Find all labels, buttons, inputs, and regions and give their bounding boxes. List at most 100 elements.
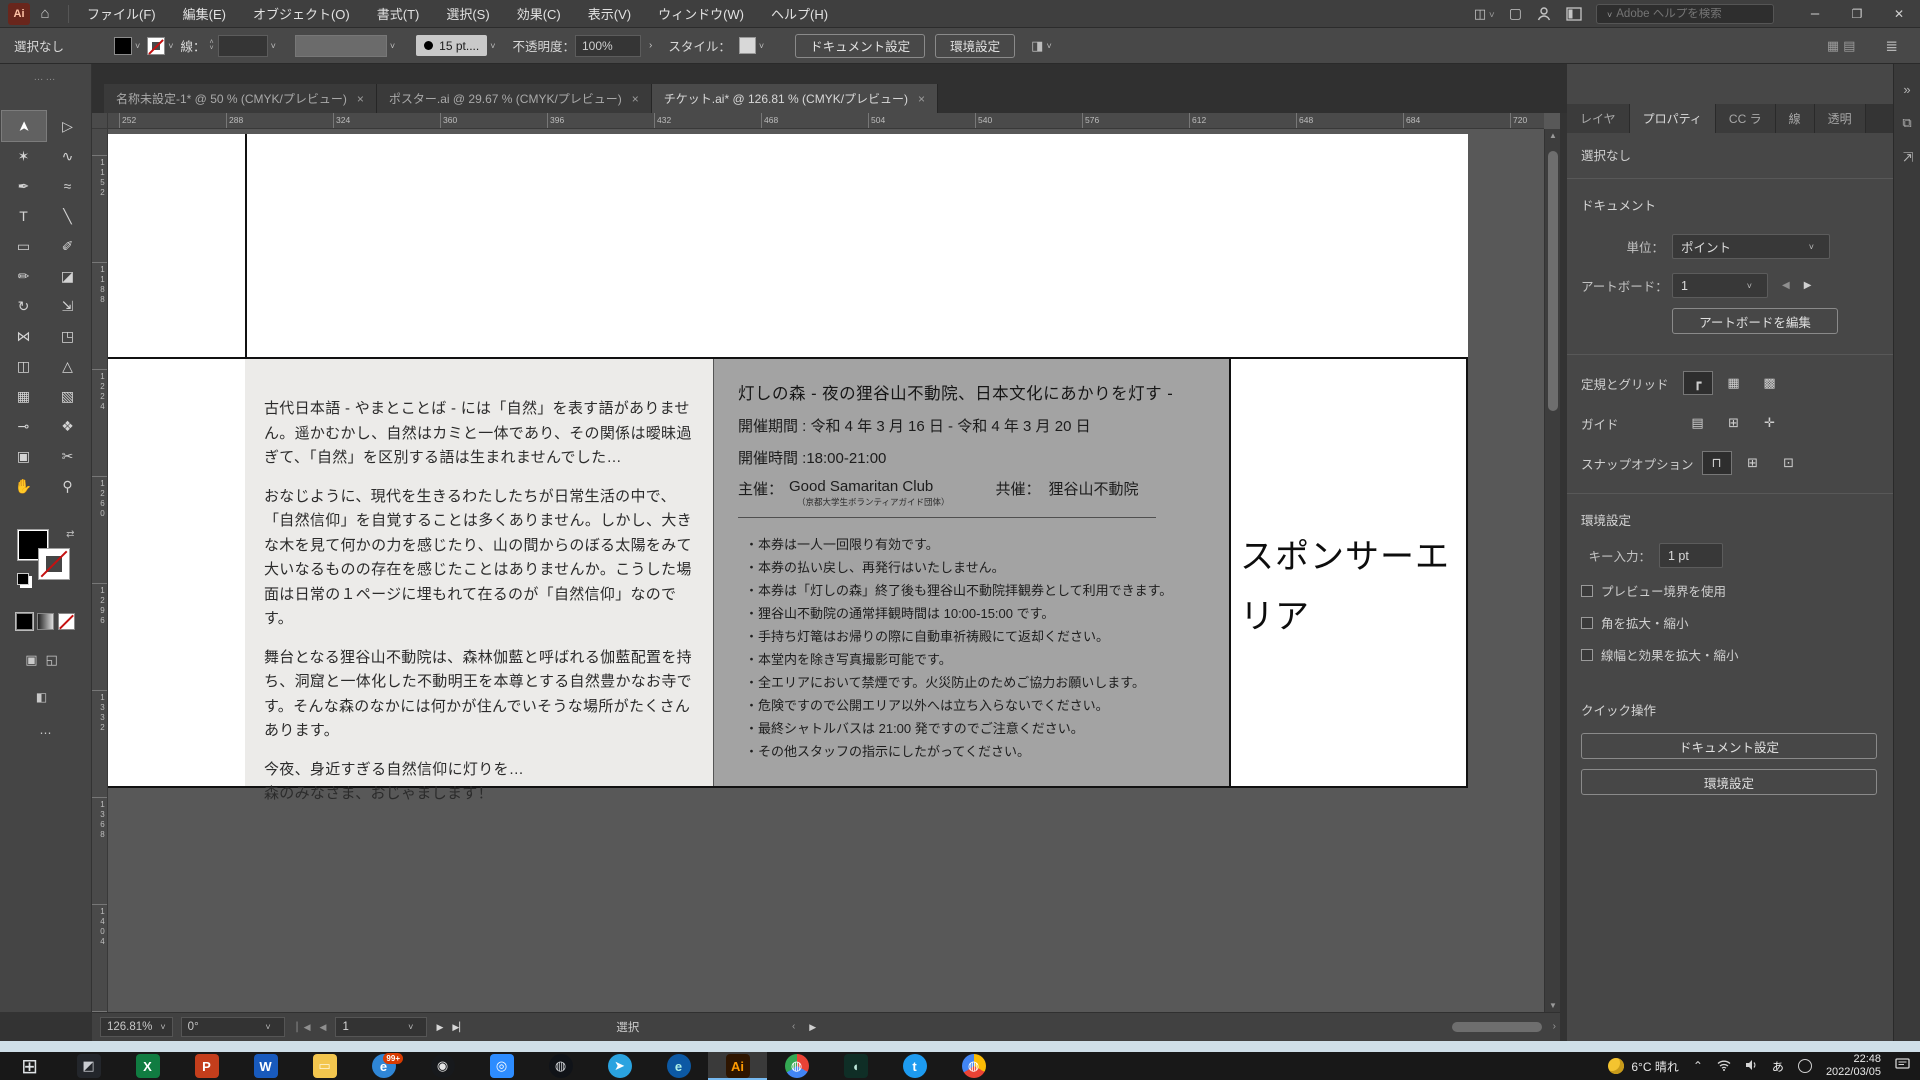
taskbar-app-chrome[interactable]: ◍	[767, 1052, 826, 1080]
workspace-grid-icons[interactable]: ▦▤	[1827, 38, 1860, 54]
tool-pen[interactable]: ✒	[2, 171, 46, 201]
tab-close-icon[interactable]	[357, 92, 364, 106]
panel-drag-handle[interactable]	[0, 72, 91, 83]
graphic-style-swatch[interactable]	[739, 37, 756, 54]
ime-mode-icon[interactable]	[1798, 1059, 1812, 1073]
tool-free-transform[interactable]: ◳	[46, 321, 90, 351]
artboard[interactable]: 古代日本語 - やまとことば - には「自然」を表す語がありません。遥かむかし、…	[108, 134, 1468, 788]
hidden-icons-chevron[interactable]: ⌃	[1693, 1059, 1703, 1073]
restore-button[interactable]	[1836, 0, 1878, 27]
snap-to-pixel-icon[interactable]: ⊡	[1774, 451, 1804, 475]
taskbar-app-twitter[interactable]: t	[885, 1052, 944, 1080]
ime-language-indicator[interactable]: あ	[1772, 1058, 1784, 1075]
menu-item[interactable]: ウィンドウ(W)	[658, 4, 744, 23]
tool-eyedropper[interactable]: ⊸	[2, 411, 46, 441]
quick-document-setup-button[interactable]: ドキュメント設定	[1581, 733, 1877, 759]
tool-gradient[interactable]: ▧	[46, 381, 90, 411]
tool-pencil[interactable]: ✏	[2, 261, 46, 291]
chevron-down-icon[interactable]	[759, 41, 764, 51]
show-guides-icon[interactable]: ▤	[1683, 411, 1713, 435]
tool-type[interactable]: T	[2, 201, 46, 231]
panel-tab[interactable]: CC ラ	[1716, 104, 1776, 133]
taskbar-app-edge[interactable]: e	[649, 1052, 708, 1080]
taskbar-app-word[interactable]: W	[236, 1052, 295, 1080]
panel-tab[interactable]: 線	[1776, 104, 1815, 133]
panel-layout-icon[interactable]	[1566, 7, 1582, 21]
tab-close-icon[interactable]	[632, 92, 639, 106]
taskbar-app-start[interactable]: ⊞	[0, 1052, 59, 1080]
none-mode-button[interactable]	[58, 613, 75, 630]
taskbar-app-powerpoint[interactable]: P	[177, 1052, 236, 1080]
tool-magic-wand[interactable]: ✶	[2, 141, 46, 171]
brush-definition-dropdown[interactable]	[295, 35, 387, 57]
gradient-mode-button[interactable]	[37, 613, 54, 630]
tool-direct-selection[interactable]: ▷	[46, 111, 90, 141]
chevron-down-icon[interactable]	[490, 41, 495, 51]
chevron-down-icon[interactable]	[390, 41, 395, 51]
tool-eraser[interactable]: ◪	[46, 261, 90, 291]
swap-fill-stroke-icon[interactable]	[66, 529, 74, 540]
taskbar-app-app-dark-1[interactable]: ◩	[59, 1052, 118, 1080]
clock[interactable]: 22:48 2022/03/05	[1826, 1053, 1881, 1079]
edit-toolbar-icon[interactable]: ⋯	[40, 726, 52, 740]
checkbox[interactable]	[1581, 617, 1593, 629]
taskbar-app-zoom-app[interactable]: ◎	[472, 1052, 531, 1080]
previous-artboard-icon[interactable]: ◀	[1782, 280, 1790, 291]
document-setup-button[interactable]: ドキュメント設定	[795, 34, 925, 58]
checkbox[interactable]	[1581, 585, 1593, 597]
quick-preferences-button[interactable]: 環境設定	[1581, 769, 1877, 795]
tool-rectangle[interactable]: ▭	[2, 231, 46, 261]
tool-paintbrush[interactable]: ✐	[46, 231, 90, 261]
tool-perspective-grid[interactable]: △	[46, 351, 90, 381]
chevron-down-icon[interactable]	[135, 41, 140, 51]
menu-item[interactable]: ヘルプ(H)	[771, 4, 828, 23]
rotation-dropdown[interactable]: 0°	[181, 1017, 285, 1037]
width-profile-dropdown[interactable]: 15 pt....	[416, 35, 487, 56]
minimize-button[interactable]	[1794, 0, 1836, 27]
menu-item[interactable]: ファイル(F)	[87, 4, 156, 23]
taskbar-app-illustrator[interactable]: Ai	[708, 1052, 767, 1080]
keyboard-increment-field[interactable]: 1 pt	[1659, 543, 1723, 568]
vertical-scrollbar[interactable]: ▲ ▼	[1544, 129, 1560, 1012]
vertical-ruler[interactable]: 115211881224126012961332136814041440	[92, 129, 108, 1012]
stroke-weight-stepper[interactable]: ˄˅	[210, 40, 214, 52]
artboard-dropdown[interactable]: 1	[1672, 273, 1768, 298]
menu-item[interactable]: オブジェクト(O)	[253, 4, 350, 23]
stroke-weight-field[interactable]	[218, 35, 268, 57]
ruler-origin-corner[interactable]	[92, 113, 108, 129]
network-icon[interactable]	[1717, 1059, 1731, 1074]
tool-scale[interactable]: ⇲	[46, 291, 90, 321]
fill-color-swatch[interactable]	[114, 37, 132, 55]
chevron-down-icon[interactable]	[271, 41, 276, 51]
search-input[interactable]	[1616, 8, 1770, 20]
artboards-panel-icon[interactable]	[1894, 115, 1920, 131]
horizontal-ruler[interactable]: 2522883243603964324685045405766126486847…	[108, 113, 1544, 129]
taskbar-app-excel[interactable]: X	[118, 1052, 177, 1080]
lock-guides-icon[interactable]: ⊞	[1719, 411, 1749, 435]
artboard-navigation-field[interactable]: 1	[335, 1017, 427, 1037]
preferences-button[interactable]: 環境設定	[935, 34, 1015, 58]
color-mode-button[interactable]	[16, 613, 33, 630]
transparency-grid-icon[interactable]: ▩	[1755, 371, 1785, 395]
snap-to-point-icon[interactable]: ⊓	[1702, 451, 1732, 475]
tool-slice[interactable]: ✂	[46, 441, 90, 471]
help-search-box[interactable]	[1596, 4, 1774, 24]
menu-item[interactable]: 選択(S)	[446, 4, 489, 23]
volume-icon[interactable]	[1745, 1059, 1758, 1074]
tool-artboard[interactable]: ▣	[2, 441, 46, 471]
account-icon[interactable]	[1536, 6, 1552, 22]
smart-guides-icon[interactable]: ✛	[1755, 411, 1785, 435]
horizontal-scrollbar[interactable]	[812, 1020, 1540, 1034]
last-artboard-icon[interactable]: ▶▏	[452, 1022, 466, 1033]
scroll-left-icon[interactable]: ‹	[792, 1021, 795, 1032]
menu-item[interactable]: 編集(E)	[183, 4, 226, 23]
snap-to-grid-icon[interactable]: ⊞	[1738, 451, 1768, 475]
menu-item[interactable]: 書式(T)	[377, 4, 420, 23]
panel-menu-icon[interactable]	[1885, 37, 1898, 55]
stroke-color-box[interactable]	[38, 548, 70, 580]
tool-hand[interactable]: ✋	[2, 471, 46, 501]
tool-blend[interactable]: ❖	[46, 411, 90, 441]
scroll-up-icon[interactable]: ▲	[1545, 131, 1560, 140]
menu-item[interactable]: 効果(C)	[517, 4, 561, 23]
previous-artboard-icon[interactable]: ◀	[320, 1022, 327, 1033]
